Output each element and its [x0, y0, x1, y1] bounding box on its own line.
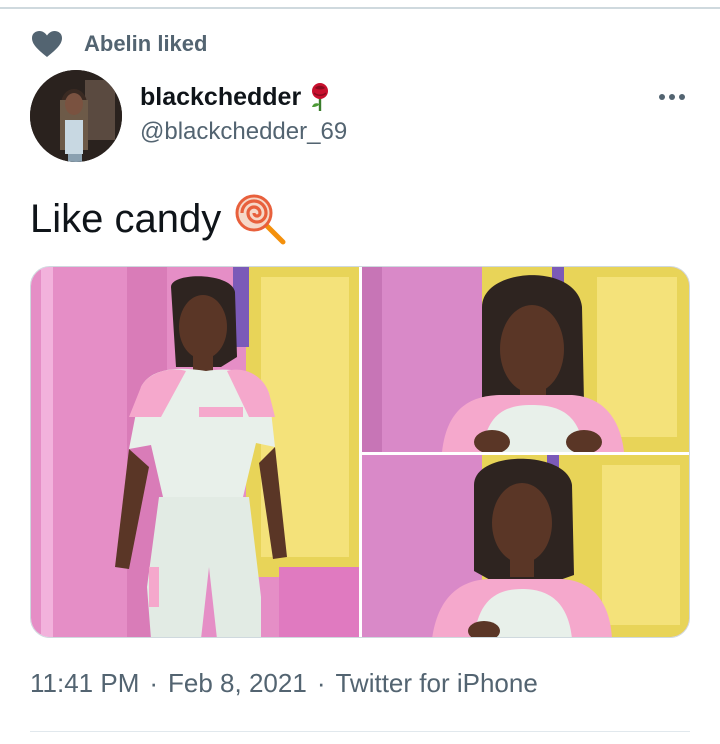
avatar[interactable]	[30, 70, 122, 162]
meta-separator: ·	[316, 668, 326, 698]
social-context[interactable]: Abelin liked	[30, 29, 207, 59]
bottom-divider	[30, 731, 690, 732]
author-handle[interactable]: @blackchedder_69	[140, 118, 347, 146]
rose-icon	[307, 82, 333, 112]
media-grid	[30, 266, 690, 638]
more-dot-icon	[659, 94, 665, 100]
tweet-source[interactable]: Twitter for iPhone	[335, 668, 537, 699]
liked-by-text: Abelin liked	[84, 31, 208, 56]
more-dot-icon	[679, 94, 685, 100]
more-dot-icon	[669, 94, 675, 100]
author-name-row[interactable]: blackchedder	[140, 82, 333, 112]
tweet-meta: 11:41 PM · Feb 8, 2021 · Twitter for iPh…	[30, 668, 538, 699]
tweet-body: Like candy	[30, 196, 222, 241]
author-display-name[interactable]: blackchedder	[140, 83, 301, 112]
heart-icon	[30, 30, 64, 58]
tweet-text: Like candy	[30, 192, 287, 246]
lollipop-icon	[233, 192, 287, 246]
photo-closeup-1[interactable]	[362, 267, 689, 452]
tweet-date[interactable]: Feb 8, 2021	[168, 668, 307, 699]
photo-full-outfit[interactable]	[31, 267, 359, 637]
meta-separator: ·	[149, 668, 159, 698]
top-divider	[0, 7, 720, 9]
tweet-time[interactable]: 11:41 PM	[30, 668, 139, 699]
more-options-button[interactable]	[652, 84, 692, 110]
photo-closeup-2[interactable]	[362, 455, 689, 637]
